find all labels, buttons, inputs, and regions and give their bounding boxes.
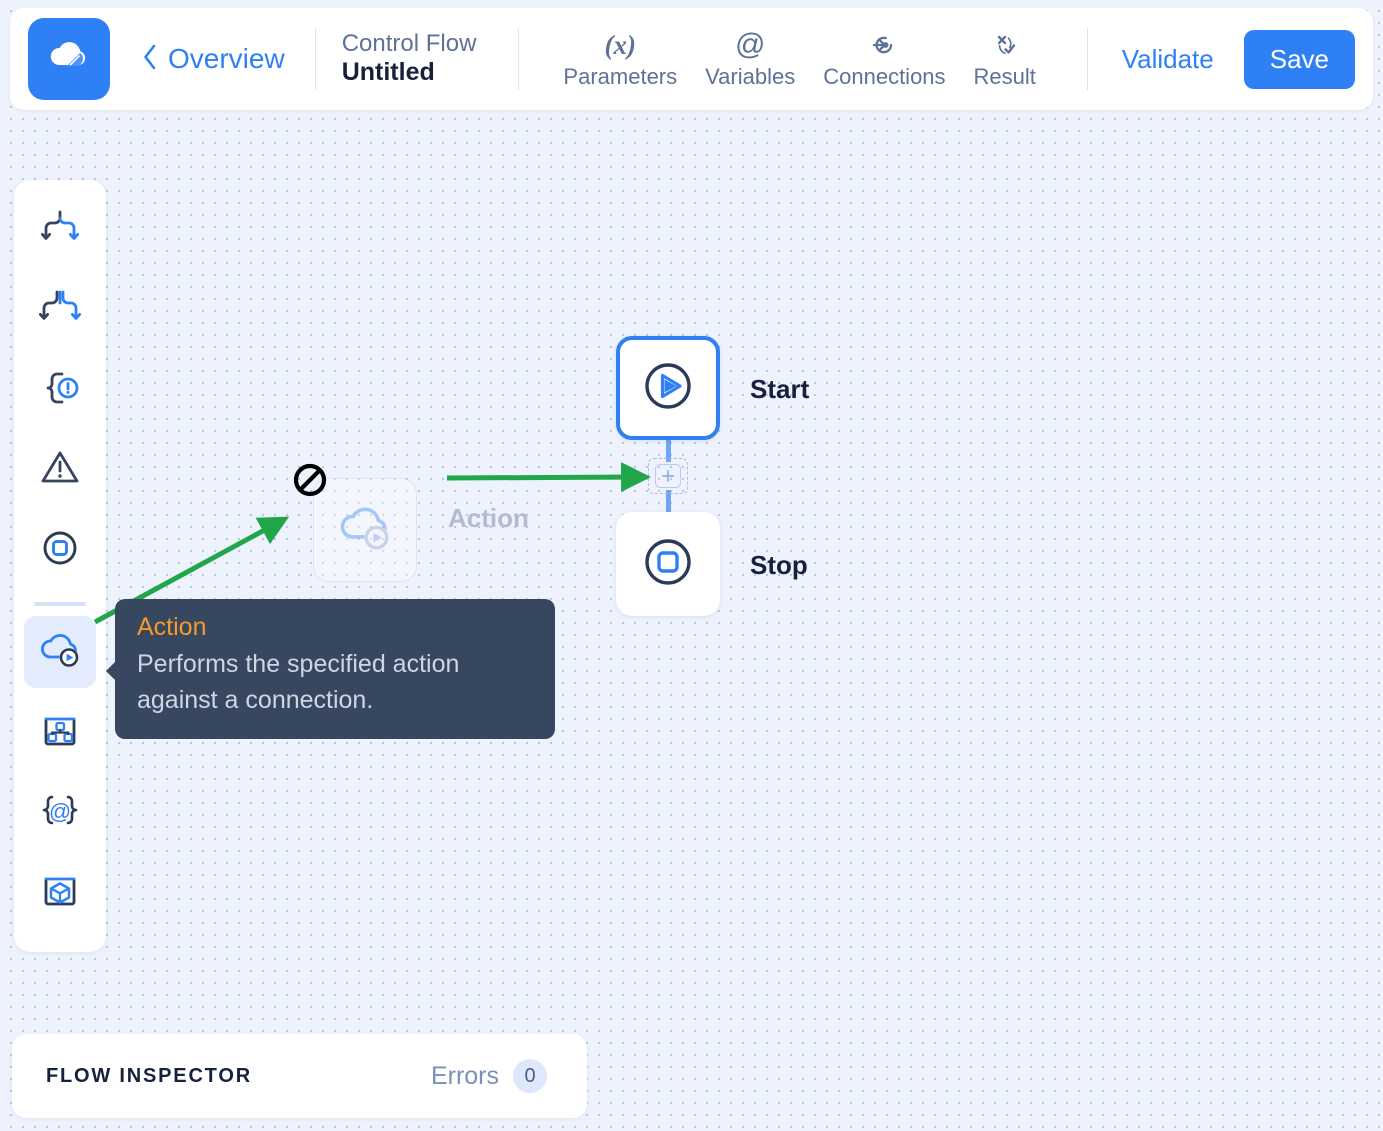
flow-node-start[interactable] (616, 336, 720, 440)
drag-ghost-label: Action (448, 503, 529, 533)
flow-node-stop[interactable] (616, 512, 720, 616)
no-drop-icon (291, 461, 329, 499)
flow-node-start-label: Start (750, 374, 810, 404)
stop-square-circle-icon (637, 531, 699, 598)
flow-inspector-title: FLOW INSPECTOR (46, 1064, 252, 1087)
play-circle-icon (637, 355, 699, 422)
flow-node-stop-label: Stop (750, 550, 808, 580)
plus-icon (655, 464, 681, 488)
cloud-action-icon (333, 496, 397, 565)
flow-inspector-errors[interactable]: Errors 0 (431, 1059, 547, 1093)
errors-count-badge: 0 (513, 1059, 547, 1093)
add-node-drop-target[interactable] (648, 458, 688, 494)
tooltip-body: Performs the specified action against a … (137, 650, 460, 715)
errors-label: Errors (430, 1061, 499, 1090)
flow-canvas[interactable]: Action Start Stop (0, 0, 1383, 1131)
tooltip-title: Action (137, 613, 207, 641)
annotation-arrow-to-drop-target (446, 462, 651, 493)
flow-inspector-panel[interactable]: FLOW INSPECTOR Errors 0 (12, 1034, 587, 1118)
action-tooltip: Action Performs the specified action aga… (106, 599, 555, 739)
